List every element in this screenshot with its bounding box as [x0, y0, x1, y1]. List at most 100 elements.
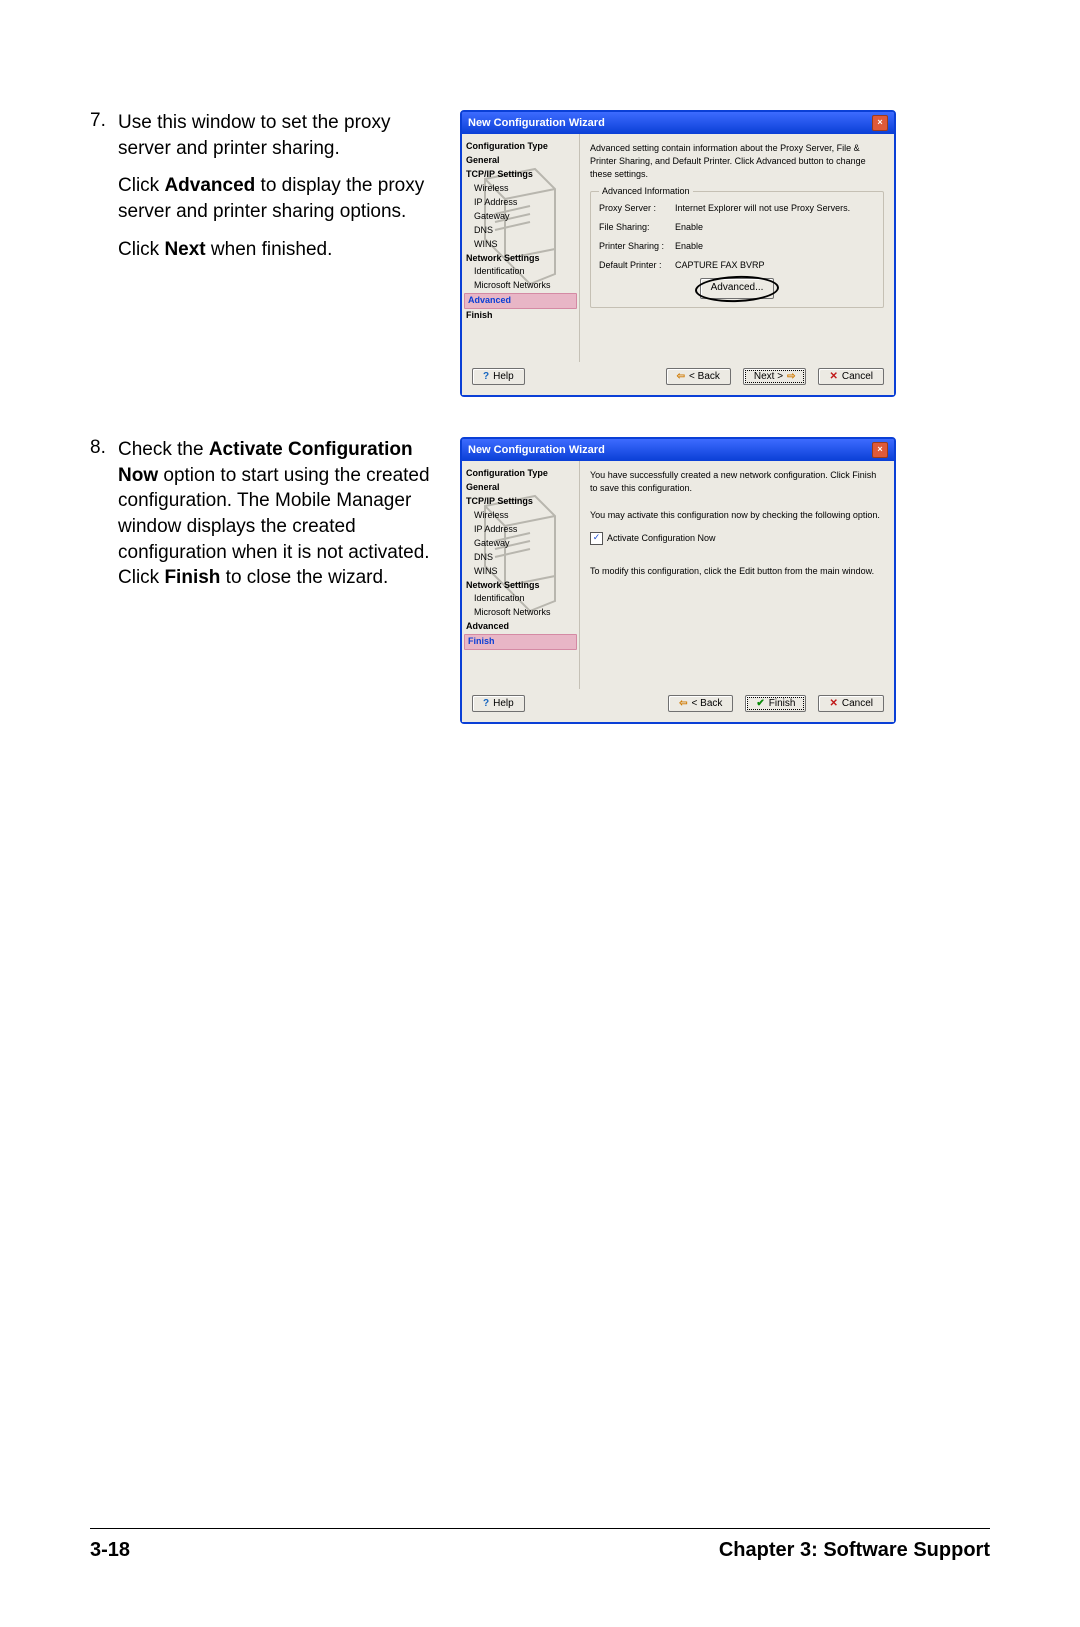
cancel-label: Cancel: [842, 371, 873, 382]
sidebar-item[interactable]: Network Settings: [466, 579, 575, 593]
fieldset-legend: Advanced Information: [599, 185, 693, 198]
step-7-number: 7.: [90, 110, 118, 132]
s8-d: Finish: [164, 567, 220, 588]
sidebar-item[interactable]: WINS: [466, 565, 575, 579]
wizard-footer: ? Help ⇦ < Back ✔ Finish ✕ Cancel: [462, 689, 894, 722]
step7-p3-bold: Next: [164, 239, 205, 260]
sidebar-item[interactable]: Configuration Type: [466, 467, 575, 481]
page-footer: 3-18 Chapter 3: Software Support: [90, 1528, 990, 1562]
step-7-body: Use this window to set the proxy server …: [118, 110, 438, 274]
sidebar-item[interactable]: Microsoft Networks: [466, 279, 575, 293]
sidebar-item[interactable]: Configuration Type: [466, 140, 575, 154]
sidebar-item[interactable]: IP Address: [466, 196, 575, 210]
wizard-titlebar: New Configuration Wizard ×: [462, 439, 894, 461]
back-button[interactable]: ⇦ < Back: [668, 695, 733, 712]
sidebar-item[interactable]: General: [466, 481, 575, 495]
back-label: < Back: [692, 698, 723, 709]
activate-checkbox-label: Activate Configuration Now: [607, 533, 716, 543]
cancel-icon: ✕: [829, 699, 837, 709]
sidebar-item[interactable]: TCP/IP Settings: [466, 168, 575, 182]
step7-p2-bold: Advanced: [164, 175, 255, 196]
sidebar-item[interactable]: WINS: [466, 238, 575, 252]
document-page: 7. Use this window to set the proxy serv…: [0, 0, 1080, 1627]
step-8-text: 8. Check the Activate Configuration Now …: [90, 437, 450, 603]
cancel-button[interactable]: ✕ Cancel: [818, 695, 884, 712]
wizard-sidebar: Configuration Type General TCP/IP Settin…: [462, 461, 580, 689]
sidebar-item[interactable]: Network Settings: [466, 252, 575, 266]
pane2-text2: You may activate this configuration now …: [590, 509, 884, 522]
arrow-left-icon: ⇦: [679, 699, 687, 709]
sidebar-item-advanced[interactable]: Advanced: [464, 293, 577, 309]
page-number: 3-18: [90, 1539, 130, 1562]
wizard-footer: ? Help ⇦ < Back Next > ⇨ ✕ Cancel: [462, 362, 894, 395]
step-8-number: 8.: [90, 437, 118, 459]
step7-p1: Use this window to set the proxy server …: [118, 112, 390, 159]
close-icon[interactable]: ×: [872, 442, 888, 458]
wizard-pane-advanced: Advanced setting contain information abo…: [580, 134, 894, 362]
close-icon[interactable]: ×: [872, 115, 888, 131]
step-8-row: 8. Check the Activate Configuration Now …: [90, 437, 990, 724]
arrow-right-icon: ⇨: [787, 372, 795, 382]
sidebar-item[interactable]: Identification: [466, 265, 575, 279]
back-button[interactable]: ⇦ < Back: [666, 368, 731, 385]
info-label: Printer Sharing :: [599, 240, 675, 253]
pane1-intro: Advanced setting contain information abo…: [590, 142, 884, 181]
sidebar-item-finish[interactable]: Finish: [464, 634, 577, 650]
sidebar-item[interactable]: Wireless: [466, 509, 575, 523]
info-label: File Sharing:: [599, 221, 675, 234]
sidebar-item[interactable]: Microsoft Networks: [466, 606, 575, 620]
wizard-pane-finish: You have successfully created a new netw…: [580, 461, 894, 689]
info-row: Default Printer : CAPTURE FAX BVRP: [599, 259, 875, 272]
check-icon: ✔: [756, 699, 764, 709]
s8-e: to close the wizard.: [220, 567, 388, 588]
advanced-info-fieldset: Advanced Information Proxy Server : Inte…: [590, 191, 884, 308]
help-button[interactable]: ? Help: [472, 368, 525, 385]
wizard-sidebar: Configuration Type General TCP/IP Settin…: [462, 134, 580, 362]
info-row: Proxy Server : Internet Explorer will no…: [599, 202, 875, 215]
sidebar-item-finish[interactable]: Finish: [466, 309, 575, 323]
sidebar-item[interactable]: Gateway: [466, 537, 575, 551]
activate-checkbox-row[interactable]: ✓ Activate Configuration Now: [590, 532, 884, 545]
sidebar-item[interactable]: TCP/IP Settings: [466, 495, 575, 509]
back-label: < Back: [689, 371, 720, 382]
s8-a: Check the: [118, 439, 209, 460]
wizard-title-text: New Configuration Wizard: [468, 444, 605, 456]
cancel-icon: ✕: [829, 372, 837, 382]
help-icon: ?: [483, 372, 489, 382]
next-label: Next >: [754, 371, 783, 382]
pane2-text3: To modify this configuration, click the …: [590, 565, 884, 578]
sidebar-item[interactable]: DNS: [466, 551, 575, 565]
info-value: Enable: [675, 221, 875, 234]
wizard-window-advanced: New Configuration Wizard × Configura: [460, 110, 896, 397]
step-8-body: Check the Activate Configuration Now opt…: [118, 437, 438, 603]
step-7-row: 7. Use this window to set the proxy serv…: [90, 110, 990, 397]
help-button[interactable]: ? Help: [472, 695, 525, 712]
cancel-button[interactable]: ✕ Cancel: [818, 368, 884, 385]
step7-p3-pre: Click: [118, 239, 164, 260]
sidebar-item[interactable]: Wireless: [466, 182, 575, 196]
advanced-button-wrap: Advanced...: [599, 278, 875, 299]
info-label: Default Printer :: [599, 259, 675, 272]
finish-button[interactable]: ✔ Finish: [745, 695, 806, 712]
info-row: Printer Sharing : Enable: [599, 240, 875, 253]
chapter-title: Chapter 3: Software Support: [719, 1539, 990, 1562]
sidebar-item[interactable]: Gateway: [466, 210, 575, 224]
step7-p2-pre: Click: [118, 175, 164, 196]
info-value: CAPTURE FAX BVRP: [675, 259, 875, 272]
info-label: Proxy Server :: [599, 202, 675, 215]
sidebar-item-advanced[interactable]: Advanced: [466, 620, 575, 634]
advanced-button[interactable]: Advanced...: [700, 278, 775, 299]
cancel-label: Cancel: [842, 698, 873, 709]
sidebar-item[interactable]: IP Address: [466, 523, 575, 537]
activate-checkbox[interactable]: ✓: [590, 532, 603, 545]
info-row: File Sharing: Enable: [599, 221, 875, 234]
step7-p3-post: when finished.: [206, 239, 333, 260]
next-button[interactable]: Next > ⇨: [743, 368, 807, 385]
info-value: Enable: [675, 240, 875, 253]
wizard-window-finish: New Configuration Wizard × Configura: [460, 437, 896, 724]
sidebar-item[interactable]: Identification: [466, 592, 575, 606]
wizard-titlebar: New Configuration Wizard ×: [462, 112, 894, 134]
sidebar-item[interactable]: General: [466, 154, 575, 168]
wizard-client-area: Configuration Type General TCP/IP Settin…: [462, 134, 894, 362]
sidebar-item[interactable]: DNS: [466, 224, 575, 238]
